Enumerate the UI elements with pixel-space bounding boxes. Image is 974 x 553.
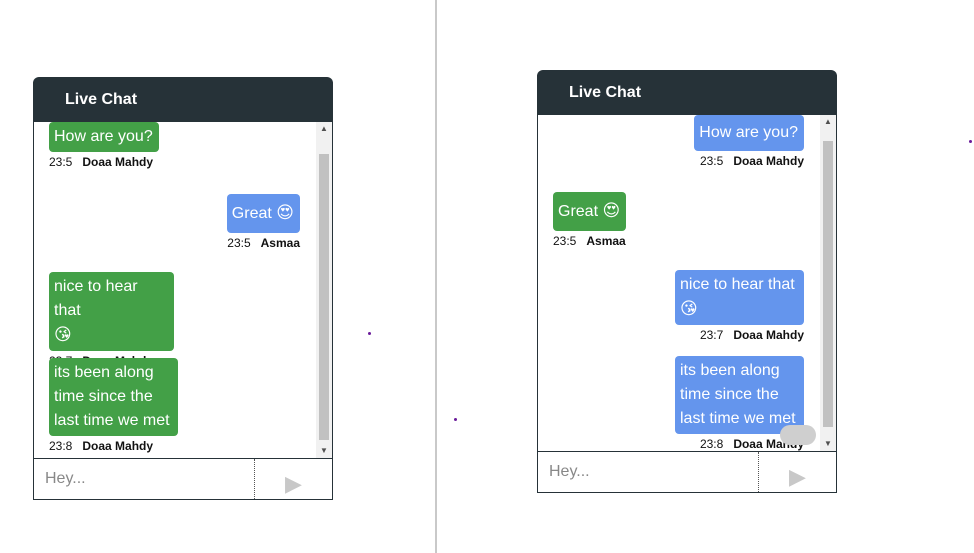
- scroll-up-arrow-icon[interactable]: ▲: [820, 115, 836, 129]
- scrollbar[interactable]: ▲ ▼: [820, 115, 836, 451]
- message-time: 23:8: [49, 439, 73, 453]
- chat-input-bar: ▶: [33, 458, 333, 500]
- scroll-thumb[interactable]: [823, 141, 833, 427]
- typing-indicator: [780, 425, 816, 445]
- message-sender: Asmaa: [260, 236, 300, 250]
- stray-dot: [969, 140, 972, 143]
- message-item: nice to hear that😘 23:7Doaa Mahdy: [49, 272, 174, 368]
- message-sender: Doaa Mahdy: [82, 155, 154, 169]
- message-bubble: nice to hear that 😘: [675, 270, 804, 325]
- message-item: How are you? 23:5 Doaa Mahdy: [49, 122, 159, 169]
- message-bubble: Great 😍: [553, 192, 627, 231]
- send-button[interactable]: ▶: [758, 452, 836, 492]
- chat-header: Live Chat: [33, 77, 333, 122]
- chat-messages[interactable]: How are you? 23:5 Doaa Mahdy Great 😍 23:5…: [33, 122, 333, 458]
- stray-dot: [454, 418, 457, 421]
- message-bubble: Great 😍: [226, 194, 300, 233]
- message-item: How are you? 23:5 Doaa Mahdy: [694, 115, 804, 168]
- kiss-wink-emoji-icon: 😘: [54, 325, 72, 345]
- message-meta: 23:7 Doaa Mahdy: [675, 328, 804, 342]
- message-meta: 23:5 Asmaa: [553, 234, 626, 248]
- scroll-thumb[interactable]: [319, 154, 329, 440]
- message-sender: Asmaa: [586, 234, 626, 248]
- message-bubble: How are you?: [694, 115, 804, 151]
- message-input[interactable]: [34, 459, 254, 499]
- message-time: 23:8: [699, 437, 724, 451]
- scrollbar[interactable]: ▲ ▼: [316, 122, 332, 458]
- message-sender: Doaa Mahdy: [733, 328, 804, 342]
- chat-input-bar: ▶: [537, 451, 837, 493]
- send-icon: ▶: [285, 471, 302, 496]
- heart-eyes-emoji-icon: 😍: [276, 203, 294, 223]
- chat-messages[interactable]: How are you? 23:5 Doaa Mahdy Great 😍 23:5…: [537, 115, 837, 451]
- chat-title: Live Chat: [65, 90, 138, 108]
- chat-header: Live Chat: [537, 70, 837, 115]
- message-meta: 23:5 Asmaa: [227, 236, 300, 250]
- message-item: its been along time since the last time …: [49, 358, 178, 453]
- message-time: 23:5: [699, 154, 724, 168]
- message-input[interactable]: [538, 452, 758, 492]
- message-meta: 23:8 Doaa Mahdy: [49, 439, 178, 453]
- message-time: 23:5: [553, 234, 577, 248]
- message-item: Great 😍 23:5 Asmaa: [553, 192, 627, 248]
- message-time: 23:7: [699, 328, 724, 342]
- message-bubble: its been along time since the last time …: [49, 358, 178, 436]
- send-button[interactable]: ▶: [254, 459, 332, 499]
- stray-dot: [368, 332, 371, 335]
- scroll-down-arrow-icon[interactable]: ▼: [820, 437, 836, 451]
- message-time: 23:5: [49, 155, 73, 169]
- message-bubble: nice to hear that 😘: [49, 272, 174, 351]
- right-chat-widget: Live Chat How are you? 23:5 Doaa Mahdy Gr…: [537, 70, 837, 493]
- message-bubble: its been along time since the last time …: [675, 356, 804, 434]
- message-meta: 23:5 Doaa Mahdy: [694, 154, 804, 168]
- message-item: nice to hear that😘 23:7 Doaa Mahdy: [675, 270, 804, 342]
- chat-title: Live Chat: [569, 83, 642, 101]
- scroll-up-arrow-icon[interactable]: ▲: [316, 122, 332, 136]
- kiss-wink-emoji-icon: 😘: [680, 299, 698, 319]
- message-sender: Doaa Mahdy: [733, 154, 804, 168]
- scroll-down-arrow-icon[interactable]: ▼: [316, 444, 332, 458]
- heart-eyes-emoji-icon: 😍: [602, 201, 621, 221]
- message-bubble: How are you?: [49, 122, 159, 152]
- message-sender: Doaa Mahdy: [82, 439, 154, 453]
- message-time: 23:5: [227, 236, 251, 250]
- message-meta: 23:5 Doaa Mahdy: [49, 155, 159, 169]
- send-icon: ▶: [789, 464, 806, 489]
- message-item: Great 😍 23:5 Asmaa: [226, 194, 300, 250]
- left-chat-widget: Live Chat How are you? 23:5 Doaa Mahdy Gr…: [33, 77, 333, 500]
- window-divider: [435, 0, 437, 553]
